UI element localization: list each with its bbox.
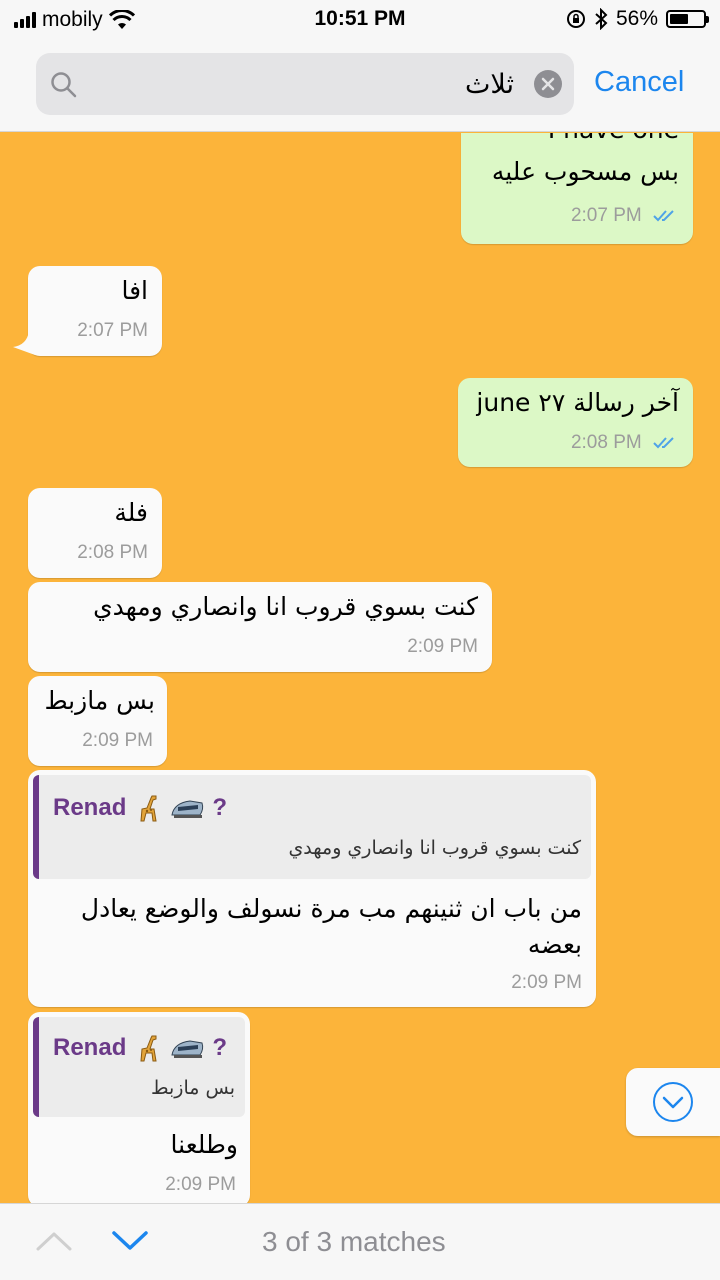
bubble-tail xyxy=(13,331,35,355)
scroll-to-bottom-button[interactable] xyxy=(626,1068,720,1136)
search-field[interactable] xyxy=(36,53,574,115)
time-label: 2:07 PM xyxy=(570,205,642,226)
battery-percent: 56% xyxy=(615,7,658,30)
author-emoji-fallback: ? xyxy=(212,1034,228,1061)
bluetooth-icon xyxy=(595,8,608,30)
message-bubble-incoming[interactable]: كنت بسوي قروب انا وانصاري ومهدي 2:09 PM xyxy=(28,582,492,672)
matches-count: 3 of 3 matches xyxy=(262,1226,446,1257)
train-icon xyxy=(171,1040,204,1058)
message-bubble-incoming[interactable]: افا 2:07 PM xyxy=(28,266,162,356)
message-bubble-incoming[interactable]: فلة 2:08 PM xyxy=(28,488,162,578)
search-input[interactable] xyxy=(96,63,514,105)
message-text: كنت بسوي قروب انا وانصاري ومهدي xyxy=(93,592,478,621)
message-text-partial: I have one xyxy=(548,133,679,144)
quoted-message[interactable]: Renad ? بس مازبط xyxy=(33,1017,245,1117)
chevron-down-circle-icon xyxy=(653,1082,693,1122)
message-text: افا xyxy=(121,276,148,305)
status-bar: mobily 10:51 PM 56% xyxy=(0,0,720,40)
status-icons: 56% xyxy=(566,7,709,31)
message-time: 2:08 PM xyxy=(571,432,679,454)
message-text: وطلعنا xyxy=(170,1130,238,1159)
message-bubble-reply[interactable]: Renad ? كنت بسوي قروب انا وانصاري ومهدي … xyxy=(28,770,596,1007)
cancel-button[interactable]: Cancel xyxy=(594,66,684,99)
message-time: 2:09 PM xyxy=(82,730,153,751)
message-bubble-outgoing[interactable]: I have one بس مسحوب عليه 2:07 PM xyxy=(461,133,693,244)
search-header: Cancel xyxy=(0,40,720,132)
message-bubble-outgoing[interactable]: آخر رسالة ٢٧ june 2:08 PM xyxy=(458,378,693,467)
message-bubble-incoming[interactable]: بس مازبط 2:09 PM xyxy=(28,676,167,766)
search-icon xyxy=(51,72,77,98)
message-time: 2:08 PM xyxy=(77,542,148,563)
orientation-lock-icon xyxy=(566,10,585,28)
message-text: فلة xyxy=(114,498,148,527)
message-text: بس مازبط xyxy=(44,686,155,715)
message-time: 2:07 PM xyxy=(77,320,148,341)
clear-search-button[interactable] xyxy=(534,70,562,98)
message-text: آخر رسالة ٢٧ june xyxy=(476,388,679,417)
author-emoji: ? xyxy=(134,793,227,823)
read-receipt-icon xyxy=(653,437,674,449)
battery-icon xyxy=(666,10,709,28)
message-time: 2:09 PM xyxy=(511,972,582,993)
previous-match-button[interactable] xyxy=(36,1230,72,1252)
message-time: 2:09 PM xyxy=(407,636,478,657)
message-text-line2: بعضه xyxy=(527,930,582,959)
read-receipt-icon xyxy=(653,210,674,222)
quoted-message[interactable]: Renad ? كنت بسوي قروب انا وانصاري ومهدي xyxy=(33,775,591,879)
chat-area: I have one بس مسحوب عليه 2:07 PM افا 2:0… xyxy=(0,133,720,1203)
quoted-text: كنت بسوي قروب انا وانصاري ومهدي xyxy=(288,837,581,859)
close-icon xyxy=(541,77,555,91)
giraffe-icon xyxy=(140,1035,157,1062)
message-time: 2:09 PM xyxy=(165,1174,236,1195)
next-match-button[interactable] xyxy=(112,1230,148,1252)
quoted-text: بس مازبط xyxy=(150,1077,235,1099)
time-label: 2:08 PM xyxy=(570,432,642,453)
quoted-author: Renad ? xyxy=(53,793,227,823)
message-bubble-reply[interactable]: Renad ? بس مازبط وطلعنا 2:09 PM xyxy=(28,1012,250,1203)
message-text: بس مسحوب عليه xyxy=(491,157,679,186)
author-emoji-fallback: ? xyxy=(212,794,228,821)
search-results-bar: 3 of 3 matches xyxy=(0,1203,720,1280)
author-name: Renad xyxy=(53,1034,127,1061)
giraffe-icon xyxy=(140,795,157,822)
quoted-author: Renad ? xyxy=(53,1033,227,1063)
message-time: 2:07 PM xyxy=(571,205,679,227)
author-emoji: ? xyxy=(134,1033,227,1063)
message-text-line1: من باب ان ثنينهم مب مرة نسولف والوضع يعا… xyxy=(80,894,582,923)
author-name: Renad xyxy=(53,794,127,821)
train-icon xyxy=(171,800,204,818)
